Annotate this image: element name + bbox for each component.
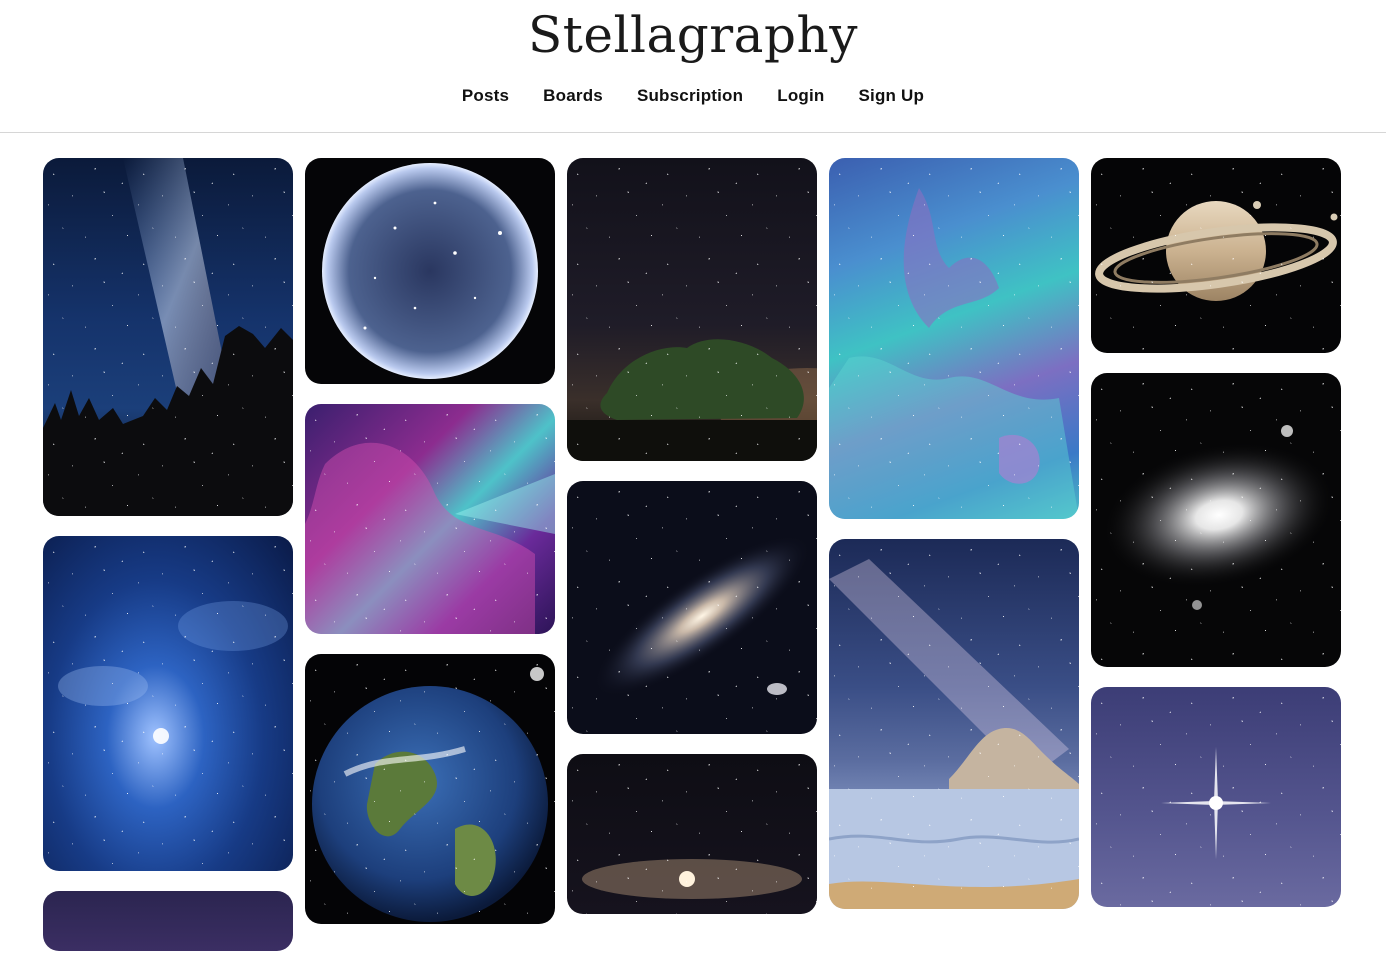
nav-subscription-link[interactable]: Subscription <box>637 86 743 106</box>
nav-boards-link[interactable]: Boards <box>543 86 603 106</box>
blue-nebula-image[interactable] <box>43 536 293 871</box>
milky-way-desert-image[interactable] <box>829 539 1079 909</box>
main-nav: Posts Boards Subscription Login Sign Up <box>0 86 1386 106</box>
grid-column <box>567 158 817 934</box>
earth-image[interactable] <box>305 654 555 924</box>
tree-night-image[interactable] <box>567 158 817 461</box>
gray-galaxy-image[interactable] <box>1091 373 1341 667</box>
glass-sphere-image[interactable] <box>305 158 555 384</box>
nav-signup-link[interactable]: Sign Up <box>859 86 925 106</box>
nav-posts-link[interactable]: Posts <box>462 86 509 106</box>
saturn-image[interactable] <box>1091 158 1341 353</box>
site-title[interactable]: Stellagraphy <box>0 6 1386 64</box>
bright-star-image[interactable] <box>1091 687 1341 907</box>
andromeda-galaxy-image[interactable] <box>567 481 817 734</box>
grid-column <box>43 158 293 971</box>
grid-column <box>305 158 555 944</box>
image-grid <box>43 158 1343 951</box>
spiral-galaxy-image[interactable] <box>567 754 817 914</box>
pink-nebula-image[interactable] <box>305 404 555 634</box>
milky-way-forest-image[interactable] <box>43 158 293 516</box>
teal-nebula-image[interactable] <box>829 158 1079 519</box>
grid-column <box>829 158 1079 929</box>
partial-image[interactable] <box>43 891 293 951</box>
grid-column <box>1091 158 1341 927</box>
site-header: Stellagraphy Posts Boards Subscription L… <box>0 0 1386 133</box>
nav-login-link[interactable]: Login <box>777 86 824 106</box>
